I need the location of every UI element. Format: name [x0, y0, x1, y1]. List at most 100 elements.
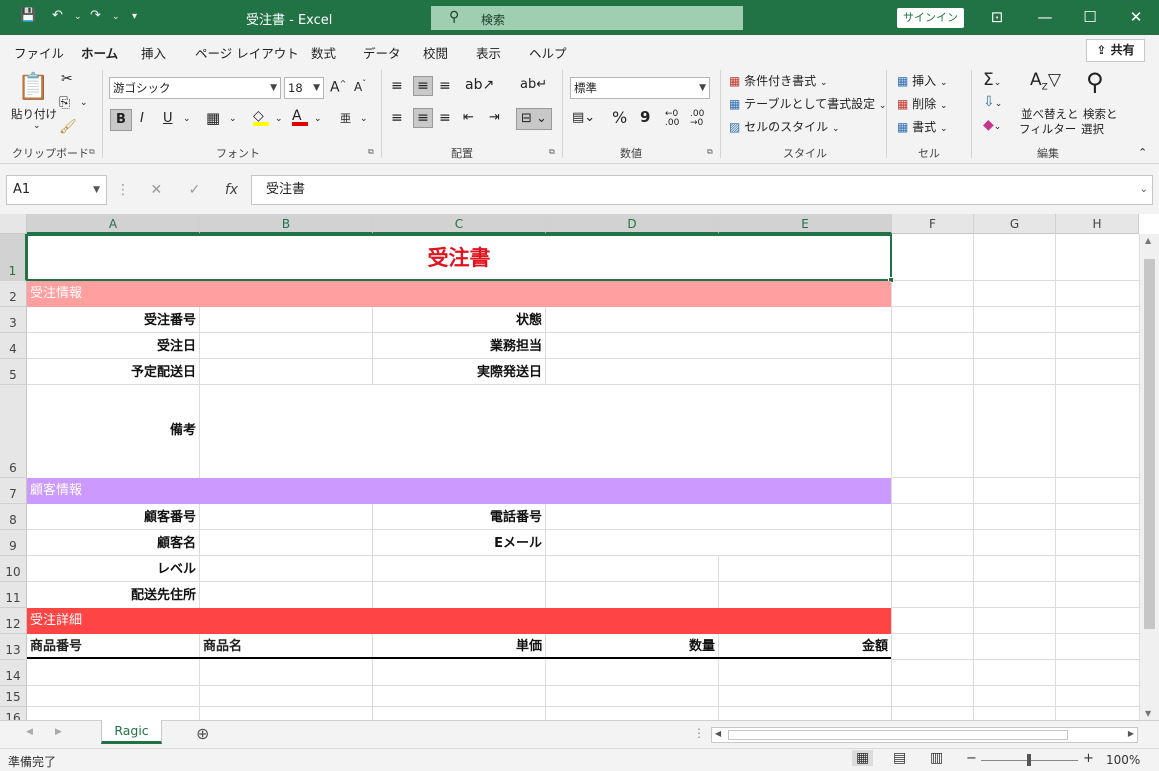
increase-decimal-icon[interactable]: ←0.00 [665, 110, 679, 128]
comma-button[interactable]: 9 [640, 108, 650, 126]
conditional-format-button[interactable]: ▦ 条件付き書式 ⌄ [729, 72, 828, 89]
prev-sheet-icon[interactable]: ◀ [26, 727, 33, 737]
format-cells-button[interactable]: ▦ 書式 ⌄ [897, 118, 948, 135]
column-header-c[interactable]: C [373, 214, 546, 234]
format-as-table-button[interactable]: ▦ テーブルとして書式設定 ⌄ [729, 95, 886, 112]
page-break-view-icon[interactable]: ▥ [930, 750, 943, 766]
grow-font-icon[interactable]: A^ [330, 79, 346, 96]
fill-color-icon[interactable]: ◇ [253, 108, 269, 126]
spreadsheet-grid[interactable]: A B C D E F G H 1 2 3 4 5 6 7 8 9 10 11 … [0, 214, 1159, 720]
tab-help[interactable]: ヘルプ [529, 43, 567, 62]
vertical-scroll-thumb[interactable] [1144, 259, 1155, 629]
insert-cells-button[interactable]: ▦ 挿入 ⌄ [897, 72, 948, 89]
row-header-2[interactable]: 2 [0, 281, 27, 307]
column-header-b[interactable]: B [200, 214, 373, 234]
minimize-icon[interactable]: — [1033, 6, 1057, 28]
orientation-icon[interactable]: ab↗ [465, 77, 494, 93]
row-header-4[interactable]: 4 [0, 333, 27, 359]
select-all-corner[interactable] [0, 214, 27, 234]
fill-dropdown-icon[interactable]: ⌄ [275, 114, 283, 124]
column-header-e[interactable]: E [719, 214, 892, 234]
label-order-no[interactable]: 受注番号 [27, 307, 199, 333]
undo-icon[interactable]: ↶ [52, 8, 63, 23]
col-quantity[interactable]: 数量 [546, 634, 718, 657]
phonetic-icon[interactable]: 亜 [340, 110, 351, 126]
tab-file[interactable]: ファイル [14, 43, 64, 62]
column-header-g[interactable]: G [974, 214, 1056, 234]
find-select-label-1[interactable]: 検索と [1083, 106, 1118, 122]
tab-data[interactable]: データ [363, 43, 401, 62]
increase-indent-icon[interactable]: ⇥ [489, 110, 500, 125]
scroll-left-icon[interactable]: ◀ [715, 729, 721, 738]
find-select-label-2[interactable]: 選択 [1081, 121, 1104, 137]
copy-icon[interactable]: ⎘ [59, 95, 70, 111]
label-customer-no[interactable]: 顧客番号 [27, 504, 199, 530]
label-actual-ship[interactable]: 実際発送日 [373, 359, 545, 385]
expand-formula-icon[interactable]: ⌄ [1140, 176, 1148, 204]
label-planned-ship[interactable]: 予定配送日 [27, 359, 199, 385]
underline-dropdown-icon[interactable]: ⌄ [183, 114, 191, 124]
fill-icon[interactable]: ⇩⌄ [983, 94, 1002, 110]
currency-icon[interactable]: ▤⌄ [572, 110, 595, 125]
paste-icon[interactable]: 📋 [17, 72, 49, 102]
italic-button[interactable]: I [140, 111, 144, 126]
clipboard-launcher-icon[interactable]: ⧉ [89, 147, 95, 157]
section-order-info[interactable]: 受注情報 [27, 281, 891, 307]
row-header-11[interactable]: 11 [0, 582, 27, 608]
page-layout-view-icon[interactable]: ▤ [893, 750, 906, 766]
col-product-no[interactable]: 商品番号 [27, 634, 199, 657]
column-header-h[interactable]: H [1056, 214, 1139, 234]
col-amount[interactable]: 金額 [719, 634, 891, 657]
align-right-icon[interactable]: ≡ [439, 110, 451, 126]
borders-dropdown-icon[interactable]: ⌄ [229, 114, 237, 124]
sort-filter-icon[interactable]: AZ▽ [1030, 70, 1061, 92]
find-select-icon[interactable]: ⚲ [1086, 68, 1104, 96]
close-icon[interactable]: ✕ [1124, 6, 1148, 28]
cancel-icon[interactable]: ✕ [150, 182, 162, 198]
merge-center-button[interactable]: ⊟ ⌄ [516, 108, 552, 130]
formula-input[interactable]: 受注書 ⌄ [251, 175, 1153, 205]
column-header-d[interactable]: D [546, 214, 719, 234]
share-button[interactable]: ⇪ 共有 [1086, 39, 1145, 62]
undo-dropdown-icon[interactable]: ⌄ [74, 12, 82, 22]
borders-icon[interactable]: ▦ [206, 109, 220, 127]
row-header-13[interactable]: 13 [0, 634, 27, 660]
font-color-dropdown-icon[interactable]: ⌄ [314, 114, 322, 124]
row-header-1[interactable]: 1 [0, 234, 27, 281]
underline-button[interactable]: U [163, 111, 173, 126]
shrink-font-icon[interactable]: Aˇ [354, 79, 366, 94]
tab-home[interactable]: ホーム [81, 43, 119, 69]
decrease-decimal-icon[interactable]: .00 →0 [690, 110, 704, 128]
next-sheet-icon[interactable]: ▶ [55, 727, 62, 737]
row-header-15[interactable]: 15 [0, 686, 27, 707]
label-email[interactable]: Eメール [373, 530, 545, 556]
sort-filter-label-1[interactable]: 並べ替えと [1021, 106, 1079, 122]
save-icon[interactable]: 💾 [20, 8, 36, 23]
section-customer-info[interactable]: 顧客情報 [27, 478, 891, 504]
redo-icon[interactable]: ↷ [90, 8, 101, 23]
zoom-in-icon[interactable]: + [1083, 751, 1094, 766]
row-header-10[interactable]: 10 [0, 556, 27, 582]
cell-styles-button[interactable]: ▨ セルのスタイル ⌄ [729, 118, 840, 135]
font-launcher-icon[interactable]: ⧉ [368, 147, 374, 157]
label-status[interactable]: 状態 [373, 307, 545, 333]
row-header-16[interactable]: 16 [0, 707, 27, 720]
scroll-right-icon[interactable]: ▶ [1128, 729, 1134, 738]
horizontal-scroll-thumb[interactable] [728, 730, 1068, 740]
sort-filter-label-2[interactable]: フィルター [1019, 121, 1076, 137]
alignment-launcher-icon[interactable]: ⧉ [549, 147, 555, 157]
ribbon-display-icon[interactable]: ⊡ [985, 6, 1009, 28]
row-header-7[interactable]: 7 [0, 478, 27, 504]
format-painter-icon[interactable]: 🖌 [59, 119, 77, 135]
row-header-9[interactable]: 9 [0, 530, 27, 556]
zoom-out-icon[interactable]: − [966, 751, 977, 766]
col-unit-price[interactable]: 単価 [373, 634, 545, 657]
column-header-f[interactable]: F [892, 214, 974, 234]
normal-view-icon[interactable]: ▦ [852, 750, 874, 766]
insert-function-icon[interactable]: fx [225, 182, 238, 198]
label-staff[interactable]: 業務担当 [373, 333, 545, 359]
signin-button[interactable]: サインイン [897, 8, 964, 28]
section-order-detail[interactable]: 受注詳細 [27, 608, 891, 634]
align-center-icon[interactable]: ≡ [413, 108, 433, 128]
split-handle-icon[interactable]: ⋮ [693, 726, 705, 740]
